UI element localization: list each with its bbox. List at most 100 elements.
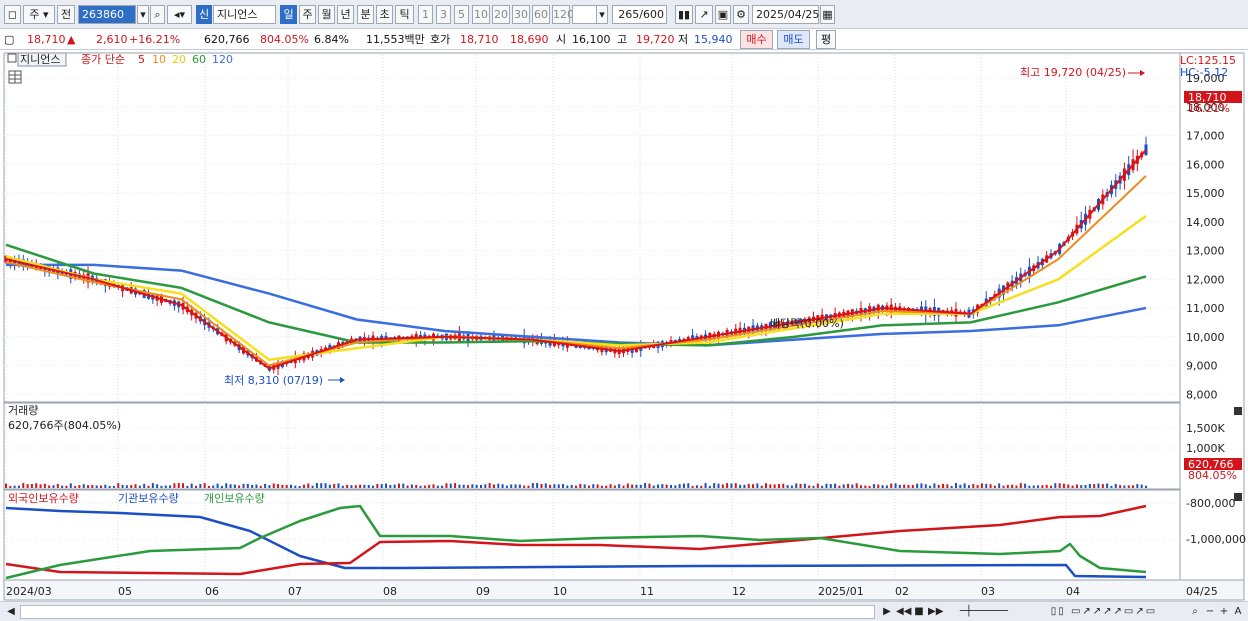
volume-bar [527, 485, 530, 488]
last-page-icon[interactable]: ▶▶ [928, 605, 943, 619]
volume-bar [324, 483, 327, 488]
date-field[interactable]: 2025/04/25 [752, 5, 819, 24]
volume-bar [600, 485, 603, 488]
evaluate-button[interactable]: 평 [816, 30, 836, 49]
volume-bar [160, 485, 163, 488]
volume-panel-close-icon[interactable] [1234, 407, 1242, 415]
volume-bar [333, 484, 336, 488]
volume-bar [579, 483, 582, 488]
volume-bar [173, 483, 176, 488]
volume-bar [380, 484, 383, 488]
interval-10-button[interactable]: 10 [472, 5, 490, 24]
interval-1-button[interactable]: 1 [418, 5, 433, 24]
holding-panel-close-icon[interactable] [1234, 493, 1242, 501]
period-tick-button[interactable]: 틱 [395, 5, 414, 24]
sell-button[interactable]: 매도 [777, 30, 810, 49]
volume-bar [108, 485, 111, 488]
volume-value-label: 620,766주(804.05%) [8, 419, 121, 432]
period-year-button[interactable]: 년 [337, 5, 354, 24]
volume-bar [790, 485, 793, 488]
period-day-button[interactable]: 일 [280, 5, 297, 24]
search-icon[interactable]: ⌕ [150, 5, 165, 24]
volume-bar [721, 484, 724, 488]
volume-bar [821, 485, 824, 488]
volume-bar [829, 484, 832, 488]
volume-value: 620,766 [204, 33, 250, 46]
interval-120-button[interactable]: 120 [552, 5, 574, 24]
period-minute-button[interactable]: 분 [357, 5, 374, 24]
type2-button[interactable]: 전 [57, 5, 75, 24]
volume-bar [61, 485, 64, 488]
y-tick-label: 16,000 [1186, 158, 1225, 171]
zoom-plus-icon[interactable]: + [1218, 605, 1230, 619]
zoom-slider[interactable]: ─┼────── [948, 605, 1020, 619]
volume-bar [402, 483, 405, 488]
period-month-button[interactable]: 월 [318, 5, 335, 24]
interval-60-button[interactable]: 60 [532, 5, 550, 24]
stock-chart[interactable]: 19,00018,00017,00016,00015,00014,00013,0… [0, 51, 1248, 606]
bar-count-field[interactable]: 265/600 [612, 5, 667, 24]
zoom-minus-icon[interactable]: − [1204, 605, 1216, 619]
scroll-right-icon[interactable]: ▶ [880, 605, 894, 619]
settings-icon[interactable]: ⚙ [733, 5, 749, 24]
window-icon[interactable]: ◻ [4, 5, 21, 24]
volume-bar [557, 484, 560, 488]
type-select[interactable]: 주 ▾ [23, 5, 55, 24]
buy-button[interactable]: 매수 [740, 30, 773, 49]
volume-bar [48, 485, 51, 488]
volume-bar [851, 484, 854, 488]
volume-bar [246, 483, 249, 488]
turnover-ratio: 6.84% [314, 33, 349, 46]
volume-bar [229, 484, 232, 488]
interval-20-button[interactable]: 20 [492, 5, 510, 24]
volume-bar [501, 484, 504, 488]
volume-title: 거래량 [8, 404, 38, 417]
volume-bar [1106, 483, 1109, 488]
calendar-icon[interactable]: ▦ [820, 5, 835, 24]
chart-scrollbar[interactable]: ◀ ▶ ◀◀ ■ ▶▶ ─┼────── ▯▯ ▭↗↗↗↗▭↗▭ ⌕ − + A [0, 601, 1248, 621]
volume-bar [1015, 485, 1018, 488]
interval-3-button[interactable]: 3 [436, 5, 451, 24]
volume-bar [713, 483, 716, 488]
volume-bar [410, 484, 413, 488]
volume-bar [747, 483, 750, 488]
link-icon[interactable]: ▢ [4, 32, 16, 47]
volume-bar [937, 484, 940, 488]
volume-bar [1011, 484, 1014, 488]
draw-tool-icon[interactable]: ↗ [695, 5, 713, 24]
stop-icon[interactable]: ■ [912, 605, 926, 619]
volume-bar [933, 483, 936, 488]
tool-icons[interactable]: ▯▯ ▭↗↗↗↗▭↗▭ [1024, 605, 1184, 619]
volume-pct-tag: 804.05% [1188, 469, 1237, 482]
chart-area[interactable]: 19,000 18,000 17,000 16,000 15,000 14,000 13,0… [0, 51, 1248, 606]
volume-bar [121, 484, 124, 488]
zoom-in-icon[interactable]: ⌕ [1188, 605, 1202, 619]
volume-bar [199, 484, 202, 488]
interval-5-button[interactable]: 5 [454, 5, 469, 24]
font-size-icon[interactable]: A [1232, 605, 1244, 619]
scroll-left-icon[interactable]: ◀ [4, 605, 18, 619]
volume-bar [695, 485, 698, 488]
volume-bar [1019, 483, 1022, 488]
volume-bar [864, 485, 867, 488]
volume-bar [65, 485, 68, 488]
volume-bar [1084, 485, 1087, 488]
interval-30-button[interactable]: 30 [512, 5, 530, 24]
stock-name-field[interactable]: 지니언스 [213, 5, 276, 24]
bid-price: 18,690 [510, 33, 549, 46]
period-week-button[interactable]: 주 [299, 5, 316, 24]
code-dropdown-icon[interactable]: ▾ [137, 5, 149, 24]
volume-bar [130, 485, 133, 488]
volume-bar [609, 484, 612, 488]
high-price: 19,720 [636, 33, 675, 46]
period-second-button[interactable]: 초 [376, 5, 393, 24]
sound-icon[interactable]: ◂▾ [167, 5, 192, 24]
save-icon[interactable]: ▣ [715, 5, 731, 24]
stock-code-input[interactable]: 263860 [78, 5, 136, 24]
candle-type-icon[interactable]: ▮▮ [675, 5, 693, 24]
volume-bar [1062, 483, 1065, 488]
scroll-track[interactable] [20, 605, 875, 619]
first-page-icon[interactable]: ◀◀ [896, 605, 911, 619]
bidask-label: 호가 [430, 33, 451, 46]
custom-interval-dropdown-icon[interactable]: ▾ [596, 5, 608, 24]
